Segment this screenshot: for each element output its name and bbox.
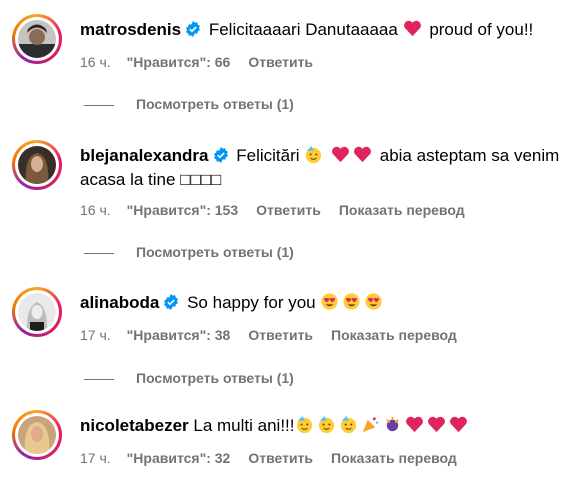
view-replies-label[interactable]: Посмотреть ответы (1) bbox=[136, 370, 294, 386]
avatar[interactable] bbox=[12, 410, 62, 460]
reply-button[interactable]: Ответить bbox=[248, 54, 313, 70]
red-heart-emoji bbox=[332, 146, 349, 163]
verified-badge-icon bbox=[164, 294, 179, 310]
avatar[interactable] bbox=[12, 140, 62, 190]
comment-body-continued: abia asteptam sa venim bbox=[379, 146, 560, 165]
comment-meta: 16 ч. "Нравится": 153 Ответить Показать пер… bbox=[80, 202, 483, 218]
view-replies-label[interactable]: Посмотреть ответы (1) bbox=[136, 244, 294, 260]
show-translation-button[interactable]: Показать перевод bbox=[339, 202, 465, 218]
likes-count[interactable]: "Нравится": 38 bbox=[127, 327, 231, 343]
comment-item: alinaboda So happy for you 17 ч. "Нравитс… bbox=[12, 287, 577, 347]
red-heart-emoji bbox=[449, 416, 467, 433]
confetti-emoji bbox=[385, 416, 399, 432]
username[interactable]: blejanalexandra bbox=[80, 146, 209, 165]
comment-body: Felicitaaaari Danutaaaaa bbox=[208, 20, 398, 39]
avatar[interactable] bbox=[12, 14, 62, 64]
comment-body: Felicitări bbox=[236, 146, 300, 165]
timestamp: 16 ч. bbox=[80, 54, 111, 70]
comment-body-line2: acasa la tine □□□□ bbox=[80, 170, 222, 189]
red-heart-emoji bbox=[403, 20, 421, 37]
comment-meta: 17 ч. "Нравится": 32 Ответить Показать пере… bbox=[80, 450, 475, 466]
likes-count[interactable]: "Нравится": 32 bbox=[127, 450, 231, 466]
comment-meta: 17 ч. "Нравится": 38 Ответить Показать пере… bbox=[80, 327, 475, 343]
verified-badge-icon bbox=[213, 147, 228, 163]
view-replies-button[interactable]: Посмотреть ответы (1) bbox=[84, 96, 294, 112]
divider-line bbox=[84, 378, 114, 380]
comment-text: nicoletabezer La multi ani!!! bbox=[80, 414, 571, 438]
timestamp: 16 ч. bbox=[80, 202, 111, 218]
view-replies-button[interactable]: Посмотреть ответы (1) bbox=[84, 370, 294, 386]
red-heart-emoji bbox=[354, 146, 371, 163]
view-replies-label[interactable]: Посмотреть ответы (1) bbox=[136, 96, 294, 112]
comment-item: nicoletabezer La multi ani!!! 17 ч. "Нрав… bbox=[12, 410, 577, 480]
comment-item: blejanalexandra Felicitări abia asteptam… bbox=[12, 140, 577, 230]
reply-button[interactable]: Ответить bbox=[248, 327, 313, 343]
reply-button[interactable]: Ответить bbox=[256, 202, 321, 218]
comment-text: alinaboda So happy for you bbox=[80, 291, 571, 315]
avatar[interactable] bbox=[12, 287, 62, 337]
partying-face-emoji bbox=[306, 145, 322, 164]
comment-meta: 16 ч. "Нравится": 66 Ответить bbox=[80, 54, 331, 70]
show-translation-button[interactable]: Показать перевод bbox=[331, 327, 457, 343]
username[interactable]: alinaboda bbox=[80, 293, 159, 312]
username[interactable]: nicoletabezer bbox=[80, 416, 189, 435]
divider-line bbox=[84, 104, 114, 106]
party-popper-emoji bbox=[362, 417, 378, 433]
partying-face-emoji bbox=[296, 415, 312, 434]
verified-badge-icon bbox=[186, 21, 200, 37]
heart-eyes-emoji bbox=[343, 293, 360, 310]
heart-eyes-emoji bbox=[365, 293, 382, 310]
comment-body: La multi ani!!! bbox=[193, 416, 295, 435]
comment-item: matrosdenis Felicitaaaari Danutaaaaa pro… bbox=[12, 14, 577, 104]
divider-line bbox=[84, 252, 114, 254]
comment-body: So happy for you bbox=[187, 293, 316, 312]
reply-button[interactable]: Ответить bbox=[248, 450, 313, 466]
show-translation-button[interactable]: Показать перевод bbox=[331, 450, 457, 466]
partying-face-emoji bbox=[318, 415, 334, 434]
timestamp: 17 ч. bbox=[80, 327, 111, 343]
red-heart-emoji bbox=[427, 416, 445, 433]
comment-text: blejanalexandra Felicitări abia asteptam… bbox=[80, 144, 571, 192]
view-replies-button[interactable]: Посмотреть ответы (1) bbox=[84, 244, 294, 260]
timestamp: 17 ч. bbox=[80, 450, 111, 466]
likes-count[interactable]: "Нравится": 66 bbox=[127, 54, 231, 70]
heart-eyes-emoji bbox=[321, 293, 338, 310]
red-heart-emoji bbox=[405, 416, 423, 433]
comment-body-continued: proud of you!! bbox=[429, 20, 534, 39]
likes-count[interactable]: "Нравится": 153 bbox=[127, 202, 238, 218]
comment-text: matrosdenis Felicitaaaari Danutaaaaa pro… bbox=[80, 18, 571, 42]
partying-face-emoji bbox=[340, 415, 356, 434]
username[interactable]: matrosdenis bbox=[80, 20, 181, 39]
